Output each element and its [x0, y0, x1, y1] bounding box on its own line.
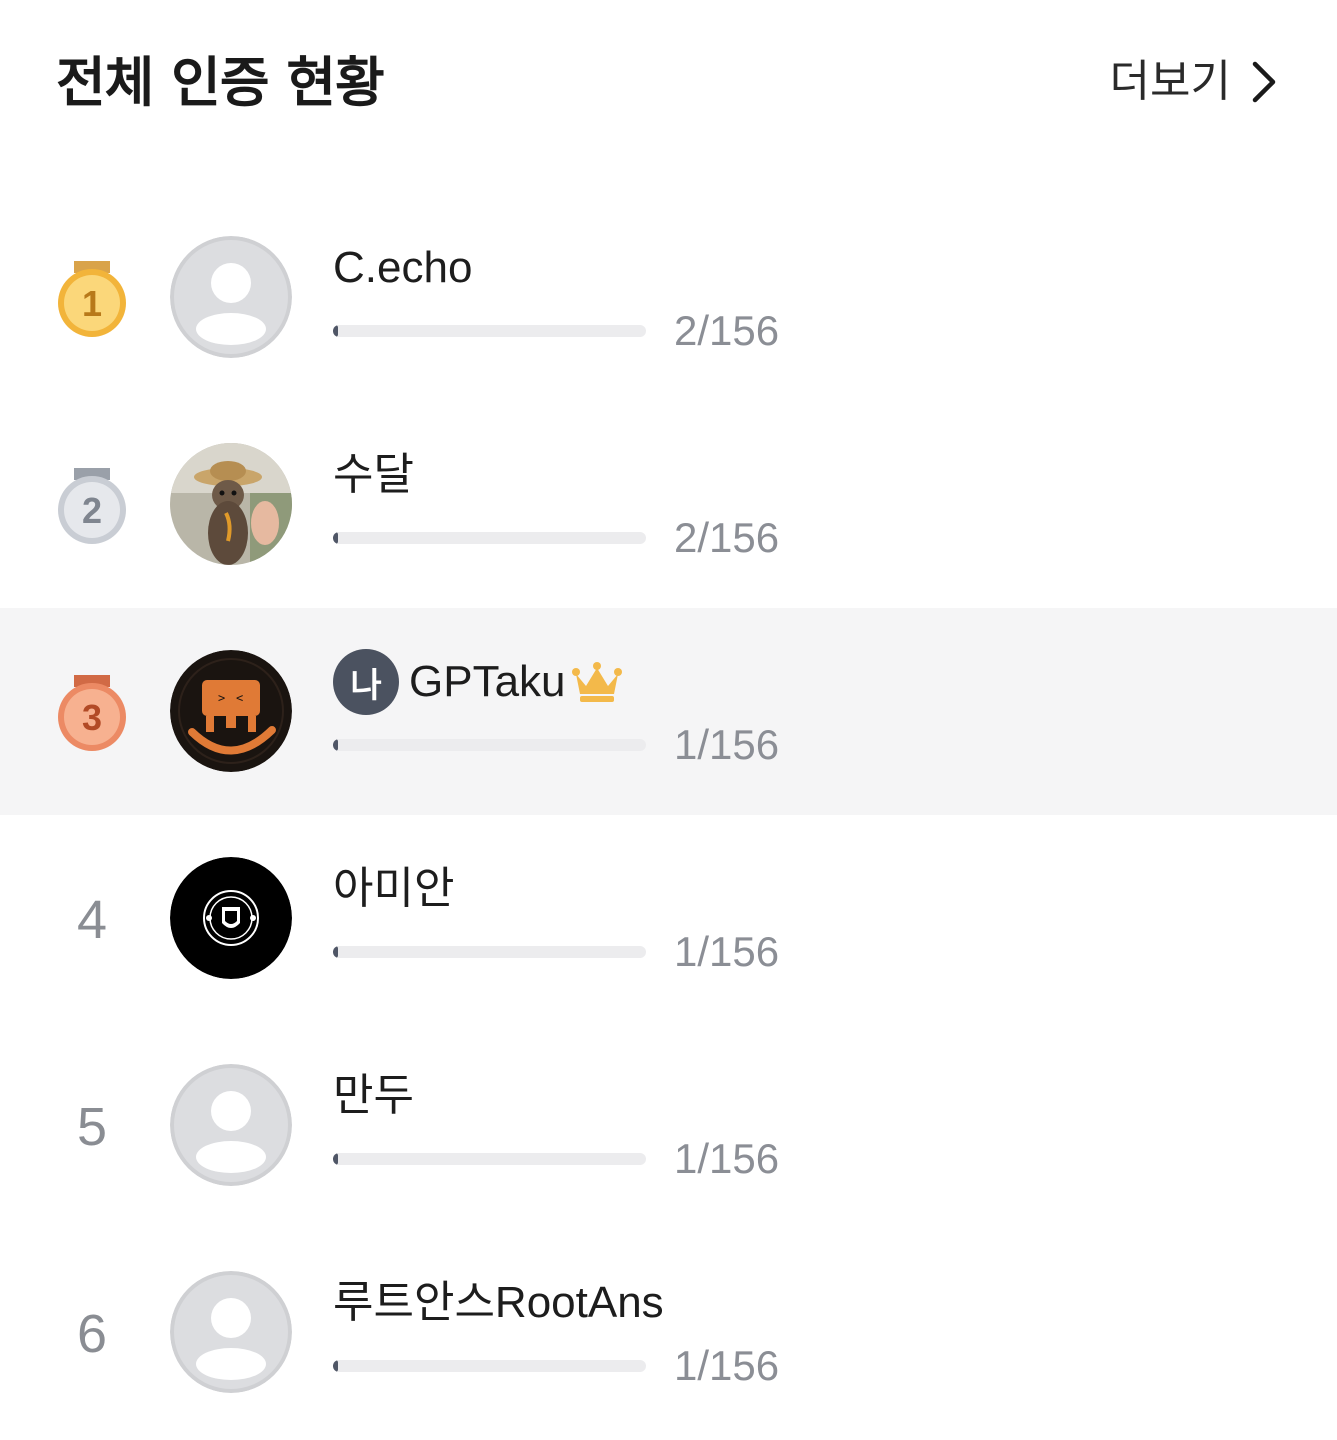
rank-number: 6 [76, 1304, 108, 1364]
rank-number: 4 [76, 890, 108, 950]
progress-fill [333, 1153, 338, 1165]
ranking-row[interactable]: 5 만두 1/156 [0, 1022, 1337, 1229]
cert-count: 2/156 [674, 307, 780, 354]
progress-fill [333, 1360, 338, 1372]
progress-bar [333, 532, 646, 544]
progress-bar [333, 739, 646, 751]
cert-count: 1/156 [674, 721, 780, 768]
page-title: 전체 인증 현황 [56, 51, 385, 114]
rank-number-wrap: 4 [52, 875, 132, 965]
rank-number-wrap: 6 [52, 1289, 132, 1379]
rank-number-wrap: 5 [52, 1082, 132, 1172]
manchester-united-logo [170, 857, 292, 979]
name-line: C.echo [333, 236, 472, 300]
cert-count: 1/156 [674, 1342, 780, 1389]
progress-bar [333, 1360, 646, 1372]
rank-medal: 2 [52, 461, 132, 551]
gptaku-logo: > < [170, 650, 292, 772]
user-name: 수달 [333, 450, 414, 499]
rank-number: 3 [82, 697, 102, 738]
ranking-row[interactable]: 6 루트안스RootAns 1/156 [0, 1229, 1337, 1436]
name-line: 만두 [333, 1064, 414, 1128]
avatar[interactable]: > < [170, 650, 292, 772]
default-avatar-icon [170, 1271, 292, 1393]
progress-fill [333, 946, 338, 958]
cert-count: 1/156 [674, 1135, 780, 1182]
ranking-row[interactable]: 2 수달 2/156 [0, 401, 1337, 608]
avatar[interactable] [170, 443, 292, 565]
ranking-list: 1 C.echo 2/156 2 수달 2/156 3 > < 나 GPTaku… [0, 194, 1337, 1436]
rank-number: 5 [76, 1097, 108, 1157]
name-line: 루트안스RootAns [333, 1271, 664, 1335]
user-name: 아미안 [333, 864, 455, 913]
cert-count: 1/156 [674, 928, 780, 975]
gold-medal-icon: 1 [58, 261, 126, 337]
rank-number: 2 [82, 490, 102, 531]
name-line: 아미안 [333, 857, 454, 921]
ranking-row[interactable]: 4 아미안 1/156 [0, 815, 1337, 1022]
avatar[interactable] [170, 236, 292, 358]
svg-text:<: < [236, 691, 243, 705]
svg-text:>: > [218, 691, 225, 705]
user-name: 만두 [333, 1071, 414, 1120]
avatar[interactable] [170, 1064, 292, 1186]
silver-medal-icon: 2 [58, 468, 126, 544]
progress-fill [333, 325, 338, 337]
progress-bar [333, 1153, 646, 1165]
cert-count: 2/156 [674, 514, 780, 561]
name-line: 나 GPTaku [333, 649, 622, 715]
more-button[interactable]: 더보기 [1110, 52, 1279, 112]
user-name: C.echo [333, 243, 473, 292]
ranking-row[interactable]: 1 C.echo 2/156 [0, 194, 1337, 401]
avatar[interactable] [170, 857, 292, 979]
progress-fill [333, 532, 338, 544]
user-name: GPTaku [409, 657, 566, 706]
name-line: 수달 [333, 443, 414, 507]
me-badge: 나 [333, 649, 399, 715]
avatar[interactable] [170, 1271, 292, 1393]
rank-medal: 1 [52, 254, 132, 344]
crown-icon [571, 662, 622, 702]
ranking-row-me[interactable]: 3 > < 나 GPTaku 1/156 [0, 608, 1337, 815]
progress-fill [333, 739, 338, 751]
default-avatar-icon [170, 1064, 292, 1186]
rank-number: 1 [82, 283, 102, 324]
progress-bar [333, 325, 646, 337]
user-name: 루트안스RootAns [333, 1278, 664, 1327]
default-avatar-icon [170, 236, 292, 358]
rank-medal: 3 [52, 668, 132, 758]
chevron-right-icon [1252, 61, 1276, 103]
bronze-medal-icon: 3 [58, 675, 126, 751]
header: 전체 인증 현황 더보기 [0, 0, 1337, 170]
progress-bar [333, 946, 646, 958]
otter-photo [170, 443, 292, 565]
more-label: 더보기 [1109, 56, 1231, 107]
